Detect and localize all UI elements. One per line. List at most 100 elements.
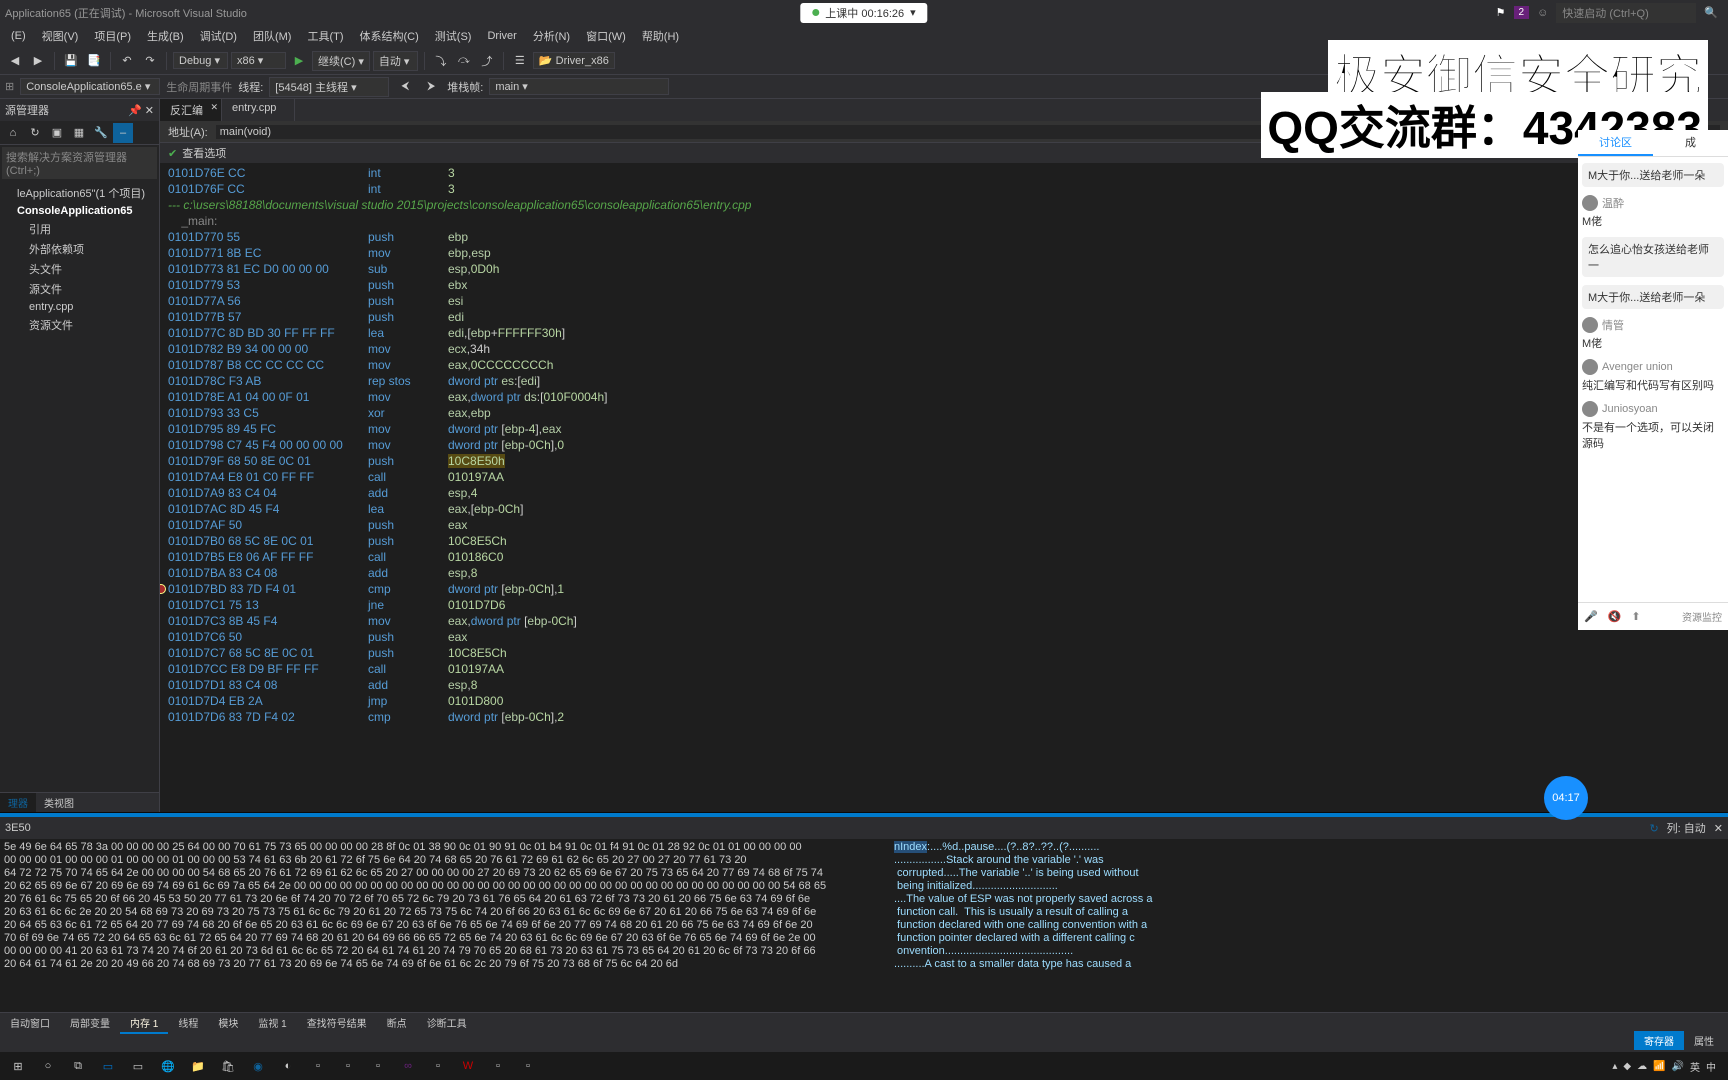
menu-item[interactable]: (E) — [5, 28, 32, 44]
menu-item[interactable]: 调试(D) — [194, 26, 243, 46]
bottom-tab[interactable]: 线程 — [168, 1013, 208, 1034]
thread-dropdown[interactable]: [54548] 主线程 ▾ — [269, 77, 389, 97]
bottom-tab[interactable]: 断点 — [377, 1013, 417, 1034]
app-icon[interactable]: ▫ — [334, 1054, 362, 1078]
tab-disassembly[interactable]: 反汇编✕ — [160, 99, 222, 121]
step-out-icon[interactable]: ⤴ — [477, 51, 497, 71]
tab-members[interactable]: 成 — [1653, 130, 1728, 156]
bottom-tab[interactable]: 监视 1 — [248, 1013, 296, 1034]
step-into-icon[interactable]: ⤵ — [431, 51, 451, 71]
app-icon[interactable]: ▭ — [124, 1054, 152, 1078]
cortana-icon[interactable]: ○ — [34, 1054, 62, 1078]
app-icon[interactable]: ▫ — [364, 1054, 392, 1078]
recording-indicator[interactable]: 上课中 00:16:26 ▾ — [800, 3, 927, 23]
chrome-icon[interactable]: ◐ — [274, 1054, 302, 1078]
continue-dropdown[interactable]: 继续(C) ▾ — [312, 51, 370, 71]
solution-node[interactable]: leApplication65"(1 个项目) — [5, 183, 154, 203]
nav-prev-icon[interactable]: ⮜ — [395, 77, 415, 97]
menu-item[interactable]: 测试(S) — [429, 26, 478, 46]
tree-item[interactable]: entry.cpp — [5, 299, 154, 315]
menu-item[interactable]: 视图(V) — [36, 26, 85, 46]
project-node[interactable]: ConsoleApplication65 — [5, 203, 154, 219]
start-icon[interactable]: ⊞ — [4, 1054, 32, 1078]
volume-icon[interactable]: 🔊 — [1672, 1061, 1684, 1072]
refresh-icon[interactable]: ↻ — [25, 123, 45, 143]
properties-icon[interactable]: 🔧 — [91, 123, 111, 143]
memory-icon[interactable]: ☰ — [510, 51, 530, 71]
upload-icon[interactable]: ⬆ — [1631, 610, 1640, 623]
feedback-icon[interactable]: ☺ — [1537, 7, 1548, 19]
redo-icon[interactable]: ↷ — [140, 51, 160, 71]
bottom-tab[interactable]: 模块 — [208, 1013, 248, 1034]
menu-item[interactable]: 帮助(H) — [636, 26, 685, 46]
columns-label[interactable]: 列: 自动 — [1667, 820, 1706, 836]
store-icon[interactable]: 🛍 — [214, 1054, 242, 1078]
step-over-icon[interactable]: ⤼ — [454, 51, 474, 71]
stackframe-dropdown[interactable]: main ▾ — [489, 78, 669, 95]
show-all-icon[interactable]: ▦ — [69, 123, 89, 143]
bottom-tab[interactable]: 自动窗口 — [0, 1013, 60, 1034]
edge-icon[interactable]: 🌐 — [154, 1054, 182, 1078]
tree-item[interactable]: 源文件 — [5, 279, 154, 299]
more-icon[interactable]: – — [113, 123, 133, 143]
bottom-tab[interactable]: 内存 1 — [120, 1013, 168, 1034]
disassembly-view[interactable]: 0101D76E CCint30101D76F CCint3--- c:\use… — [160, 163, 1728, 812]
menu-item[interactable]: 工具(T) — [301, 26, 349, 46]
auto-dropdown[interactable]: 自动 ▾ — [373, 51, 418, 71]
close-icon[interactable]: ✕ — [210, 102, 218, 113]
lifecycle-label[interactable]: 生命周期事件 — [166, 79, 232, 95]
flag-icon[interactable]: ⚑ — [1496, 6, 1506, 19]
menu-item[interactable]: 生成(B) — [141, 26, 190, 46]
app-icon[interactable]: ▫ — [304, 1054, 332, 1078]
save-icon[interactable]: 💾 — [61, 51, 81, 71]
tab-registers[interactable]: 寄存器 — [1634, 1031, 1684, 1050]
ime-label[interactable]: 中 — [1706, 1059, 1716, 1074]
tray-icon[interactable]: ◆ — [1623, 1061, 1631, 1072]
save-all-icon[interactable]: 📑 — [84, 51, 104, 71]
vs-icon[interactable]: ∞ — [394, 1054, 422, 1078]
menu-item[interactable]: Driver — [481, 28, 522, 44]
app-icon[interactable]: ▫ — [514, 1054, 542, 1078]
mic-icon[interactable]: 🎤 — [1584, 610, 1598, 623]
address-input[interactable]: main(void) — [216, 125, 1720, 139]
menu-item[interactable]: 分析(N) — [527, 26, 576, 46]
app-icon[interactable]: ▫ — [424, 1054, 452, 1078]
solution-search-input[interactable]: 搜索解决方案资源管理器(Ctrl+;) — [2, 147, 157, 179]
home-icon[interactable]: ⌂ — [3, 123, 23, 143]
tree-item[interactable]: 引用 — [5, 219, 154, 239]
forward-icon[interactable]: ▶ — [28, 51, 48, 71]
tree-item[interactable]: 外部依赖项 — [5, 239, 154, 259]
tray-icon[interactable]: 📶 — [1653, 1061, 1665, 1072]
bottom-tab[interactable]: 局部变量 — [60, 1013, 120, 1034]
refresh-icon[interactable]: ↻ — [1649, 822, 1658, 835]
tree-item[interactable]: 资源文件 — [5, 315, 154, 335]
nav-next-icon[interactable]: ⮞ — [421, 77, 441, 97]
memory-address[interactable]: 3E50 — [5, 822, 31, 834]
process-dropdown[interactable]: ConsoleApplication65.e ▾ — [20, 78, 160, 95]
tab-discussion[interactable]: 讨论区 — [1578, 130, 1653, 156]
menu-item[interactable]: 体系结构(C) — [354, 26, 425, 46]
tab-properties[interactable]: 属性 — [1684, 1031, 1724, 1050]
driver-dropdown[interactable]: 📂 Driver_x86 — [533, 52, 615, 69]
menu-item[interactable]: 窗口(W) — [580, 26, 632, 46]
hex-dump[interactable]: 5e 49 6e 64 65 78 3a 00 00 00 00 25 64 0… — [0, 839, 1728, 1012]
undo-icon[interactable]: ↶ — [117, 51, 137, 71]
explorer-icon[interactable]: 📁 — [184, 1054, 212, 1078]
ime-label[interactable]: 英 — [1690, 1059, 1700, 1074]
collapse-icon[interactable]: ▣ — [47, 123, 67, 143]
chat-body[interactable]: M大于你...送给老师一朵温酔M佬怎么追心怡女孩送给老师一M大于你...送给老师… — [1578, 157, 1728, 602]
platform-dropdown[interactable]: x86 ▾ — [231, 52, 286, 69]
bottom-tab[interactable]: 查找符号结果 — [297, 1013, 377, 1034]
app-icon[interactable]: ▭ — [94, 1054, 122, 1078]
search-icon[interactable]: 🔍 — [1704, 6, 1718, 19]
tab-classview[interactable]: 类视图 — [36, 793, 82, 812]
config-dropdown[interactable]: Debug ▾ — [173, 52, 228, 69]
app-icon[interactable]: ◉ — [244, 1054, 272, 1078]
view-options[interactable]: ✔查看选项 — [160, 143, 1728, 163]
tab-explorer[interactable]: 理器 — [0, 793, 36, 812]
app-icon[interactable]: W — [454, 1054, 482, 1078]
back-icon[interactable]: ◀ — [5, 51, 25, 71]
timer-badge[interactable]: 04:17 — [1544, 776, 1588, 820]
tray-icon[interactable]: ▴ — [1612, 1061, 1617, 1072]
tray-icon[interactable]: ☁ — [1637, 1061, 1647, 1072]
